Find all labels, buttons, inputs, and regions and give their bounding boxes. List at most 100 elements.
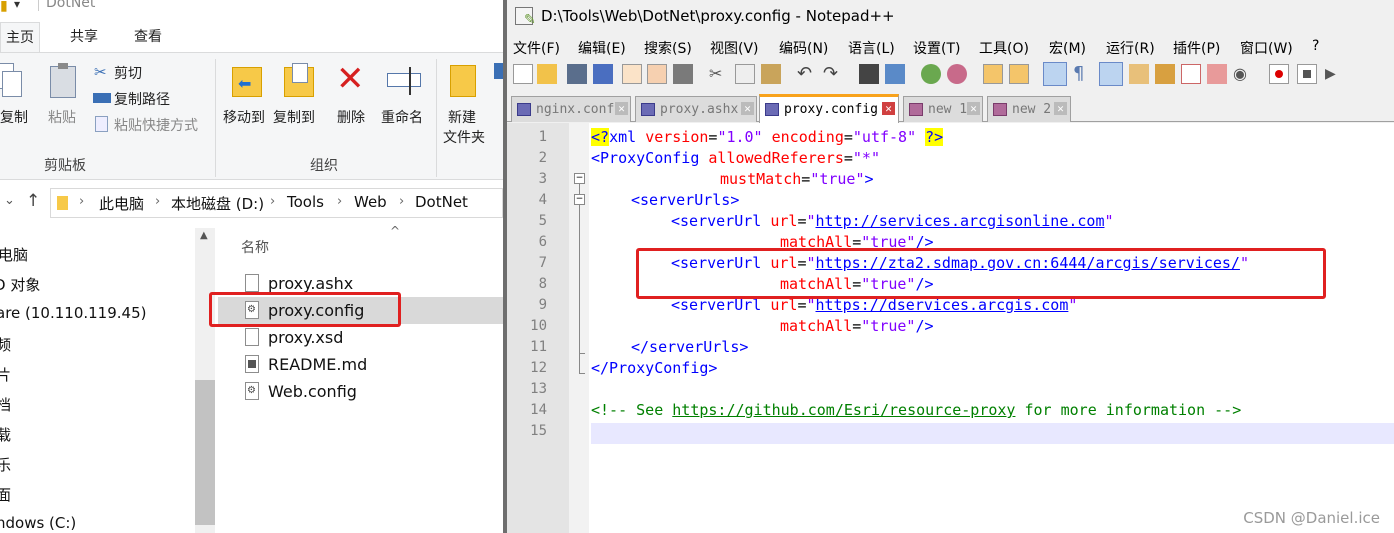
nav-item[interactable]: 载 — [0, 424, 11, 445]
tab-share[interactable]: 共享 — [64, 22, 104, 52]
file-name[interactable]: proxy.xsd — [268, 328, 343, 347]
nav-item[interactable]: ndows (C:) — [0, 514, 76, 532]
show-all-chars-icon[interactable]: ¶ — [1073, 64, 1093, 84]
column-header-name[interactable]: 名称 — [241, 237, 269, 257]
menu-settings[interactable]: 设置(T) — [913, 38, 960, 58]
find-icon[interactable] — [859, 64, 879, 84]
copy-to-icon[interactable] — [282, 63, 316, 99]
menu-search[interactable]: 搜索(S) — [644, 38, 692, 58]
new-folder-icon[interactable] — [450, 65, 476, 97]
copy-path-button[interactable]: 复制路径 — [114, 89, 170, 109]
record-macro-icon[interactable] — [1269, 64, 1289, 84]
breadcrumb-tools[interactable]: Tools — [287, 193, 324, 211]
menu-language[interactable]: 语言(L) — [848, 38, 895, 58]
new-folder-button-line1[interactable]: 新建 — [448, 107, 476, 127]
delete-button[interactable]: 删除 — [337, 107, 365, 127]
code-editor[interactable]: 1 2 3 4 5 6 7 8 9 10 11 12 13 14 15 − − — [507, 123, 1394, 533]
menu-plugins[interactable]: 插件(P) — [1173, 38, 1220, 58]
menu-macro[interactable]: 宏(M) — [1049, 38, 1086, 58]
monitoring-icon[interactable] — [1207, 64, 1227, 84]
tab-home[interactable]: 主页 — [0, 22, 40, 53]
save-icon[interactable] — [567, 64, 587, 84]
menu-view[interactable]: 视图(V) — [710, 38, 759, 58]
fold-collapse-icon[interactable]: − — [574, 173, 585, 184]
file-name[interactable]: proxy.ashx — [268, 274, 353, 293]
cut-button[interactable]: 剪切 — [114, 63, 142, 83]
word-wrap-icon[interactable] — [1043, 62, 1067, 86]
paste-icon[interactable] — [761, 64, 781, 84]
eye-icon[interactable]: ◉ — [1233, 64, 1253, 84]
breadcrumb-separator[interactable]: › — [79, 194, 84, 209]
menu-encoding[interactable]: 编码(N) — [779, 38, 828, 58]
copy-icon[interactable] — [735, 64, 755, 84]
breadcrumb-drive-d[interactable]: 本地磁盘 (D:) — [171, 193, 264, 214]
open-file-icon[interactable] — [537, 64, 557, 84]
zoom-in-icon[interactable] — [921, 64, 941, 84]
breadcrumb-separator[interactable]: › — [155, 194, 160, 209]
tab-view[interactable]: 查看 — [128, 22, 168, 52]
print-icon[interactable] — [673, 64, 693, 84]
rename-icon[interactable] — [387, 67, 423, 95]
sync-vertical-icon[interactable] — [983, 64, 1003, 84]
nav-scroll-thumb[interactable] — [195, 380, 215, 525]
paste-icon[interactable] — [50, 63, 78, 99]
copy-to-button[interactable]: 复制到 — [273, 107, 315, 127]
delete-icon[interactable]: ✕ — [336, 59, 365, 99]
new-folder-button-line2[interactable]: 文件夹 — [443, 127, 485, 147]
tab-proxy-config[interactable]: proxy.config ✕ — [759, 94, 899, 123]
move-to-icon[interactable]: ⬅ — [230, 63, 264, 99]
menu-help[interactable]: ? — [1312, 38, 1319, 54]
breadcrumb-separator[interactable]: › — [399, 194, 404, 209]
cut-icon[interactable]: ✂ — [709, 64, 729, 84]
nav-item[interactable]: 电脑 — [0, 244, 28, 265]
indent-guide-icon[interactable] — [1099, 62, 1123, 86]
paste-button[interactable]: 粘贴 — [48, 107, 76, 127]
code-url-link[interactable]: https://github.com/Esri/resource-proxy — [672, 401, 1015, 419]
file-row[interactable]: ⚙ Web.config — [218, 378, 503, 405]
close-tab-icon[interactable]: ✕ — [1054, 102, 1067, 115]
rename-button[interactable]: 重命名 — [381, 107, 423, 127]
breadcrumb-web[interactable]: Web — [354, 193, 387, 211]
redo-icon[interactable]: ↷ — [823, 64, 843, 84]
close-tab-icon[interactable]: ✕ — [741, 102, 754, 115]
nav-item[interactable]: 乐 — [0, 454, 11, 475]
file-name[interactable]: Web.config — [268, 382, 357, 401]
up-arrow-icon[interactable]: ↑ — [26, 191, 40, 211]
menu-file[interactable]: 文件(F) — [513, 38, 560, 58]
tab-new-2[interactable]: new 2 ✕ — [987, 96, 1071, 122]
code-url-link[interactable]: http://services.arcgisonline.com — [816, 212, 1105, 230]
close-tab-icon[interactable]: ✕ — [882, 102, 895, 115]
nav-item[interactable]: 片 — [0, 364, 11, 385]
new-file-icon[interactable] — [513, 64, 533, 84]
play-macro-icon[interactable]: ▶ — [1325, 64, 1345, 84]
move-to-button[interactable]: 移动到 — [223, 107, 265, 127]
tab-nginx-conf[interactable]: nginx.conf ✕ — [511, 96, 631, 122]
address-bar[interactable]: › 此电脑 › 本地磁盘 (D:) › Tools › Web › DotNet — [50, 188, 503, 218]
function-list-icon[interactable] — [1155, 64, 1175, 84]
doc-map-icon[interactable] — [1129, 64, 1149, 84]
close-file-icon[interactable] — [622, 64, 642, 84]
nav-item[interactable]: 面 — [0, 484, 11, 505]
chevron-down-icon[interactable]: ⌄ — [4, 193, 15, 208]
tab-new-1[interactable]: new 1 ✕ — [903, 96, 983, 122]
file-row[interactable]: README.md — [218, 351, 503, 378]
stop-macro-icon[interactable] — [1297, 64, 1317, 84]
close-tab-icon[interactable]: ✕ — [967, 102, 980, 115]
copy-button[interactable]: 复制 — [0, 107, 28, 127]
tab-proxy-ashx[interactable]: proxy.ashx ✕ — [635, 96, 757, 122]
sync-horizontal-icon[interactable] — [1009, 64, 1029, 84]
folder-workspace-icon[interactable] — [1181, 64, 1201, 84]
breadcrumb-this-pc[interactable]: 此电脑 — [99, 193, 144, 214]
nav-item[interactable]: D 对象 — [0, 274, 40, 295]
menu-tools[interactable]: 工具(O) — [979, 38, 1029, 58]
file-row[interactable]: proxy.xsd — [218, 324, 503, 351]
breadcrumb-dotnet[interactable]: DotNet — [415, 193, 468, 211]
scroll-up-icon[interactable]: ▲ — [200, 230, 208, 241]
breadcrumb-separator[interactable]: › — [270, 194, 275, 209]
menu-window[interactable]: 窗口(W) — [1240, 38, 1293, 58]
paste-shortcut-button[interactable]: 粘贴快捷方式 — [114, 115, 198, 135]
file-name[interactable]: README.md — [268, 355, 367, 374]
zoom-out-icon[interactable] — [947, 64, 967, 84]
close-all-icon[interactable] — [647, 64, 667, 84]
menu-edit[interactable]: 编辑(E) — [578, 38, 626, 58]
